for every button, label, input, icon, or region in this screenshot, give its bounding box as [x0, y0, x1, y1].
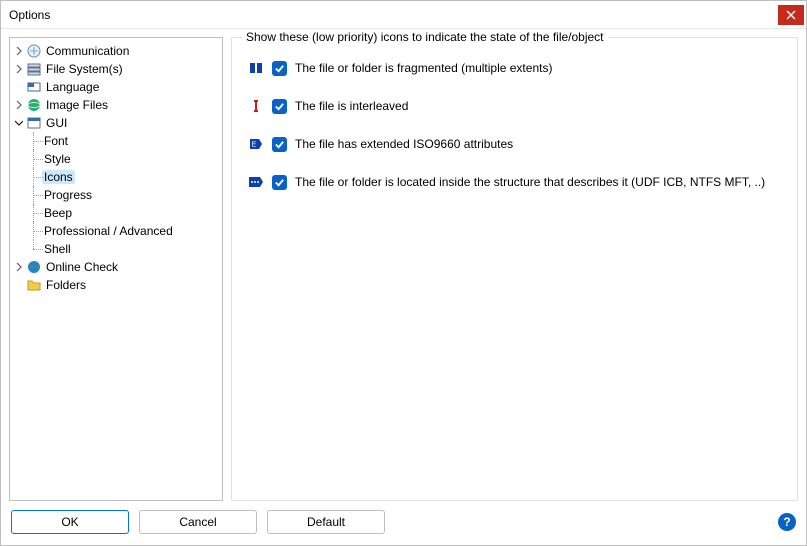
- image-files-icon: [26, 97, 42, 113]
- option-label: The file or folder is located inside the…: [295, 175, 765, 189]
- tree-item-pro-advanced[interactable]: Professional / Advanced: [12, 222, 220, 240]
- category-tree[interactable]: Communication File System(s) Language: [9, 37, 223, 501]
- option-iso9660: E The file has extended ISO9660 attribut…: [248, 136, 785, 152]
- help-icon: ?: [783, 515, 790, 529]
- option-label: The file is interleaved: [295, 99, 408, 113]
- inside-structure-icon: [248, 174, 264, 190]
- checkbox-fragmented[interactable]: [272, 61, 287, 76]
- tree-label: Folders: [44, 278, 88, 292]
- tree-label: GUI: [44, 116, 69, 130]
- tree-label: File System(s): [44, 62, 125, 76]
- options-window: Options Communication: [0, 0, 807, 546]
- option-inside-structure: The file or folder is located inside the…: [248, 174, 785, 190]
- button-label: Cancel: [179, 515, 216, 529]
- tree-item-font[interactable]: Font: [12, 132, 220, 150]
- interleaved-icon: [248, 98, 264, 114]
- default-button[interactable]: Default: [267, 510, 385, 534]
- tree-item-icons[interactable]: Icons: [12, 168, 220, 186]
- expander-spacer: [12, 78, 26, 96]
- tree-item-beep[interactable]: Beep: [12, 204, 220, 222]
- tree-item-image-files[interactable]: Image Files: [12, 96, 220, 114]
- tree-item-communication[interactable]: Communication: [12, 42, 220, 60]
- chevron-right-icon[interactable]: [12, 42, 26, 60]
- close-button[interactable]: [778, 5, 804, 25]
- tree-item-online-check[interactable]: Online Check: [12, 258, 220, 276]
- expander-spacer: [12, 276, 26, 294]
- tree-label: Online Check: [44, 260, 120, 274]
- group-title: Show these (low priority) icons to indic…: [242, 30, 608, 44]
- tree-label: Font: [42, 134, 70, 148]
- tree-label: Professional / Advanced: [42, 224, 175, 238]
- tree-item-style[interactable]: Style: [12, 150, 220, 168]
- settings-group: Show these (low priority) icons to indic…: [231, 37, 798, 501]
- dialog-body: Communication File System(s) Language: [1, 29, 806, 505]
- close-icon: [786, 10, 796, 20]
- tree-label: Image Files: [44, 98, 110, 112]
- chevron-right-icon[interactable]: [12, 96, 26, 114]
- button-label: OK: [61, 515, 78, 529]
- checkbox-interleaved[interactable]: [272, 99, 287, 114]
- tree-label: Icons: [42, 170, 75, 184]
- folders-icon: [26, 277, 42, 293]
- tree-item-progress[interactable]: Progress: [12, 186, 220, 204]
- language-icon: [26, 79, 42, 95]
- communication-icon: [26, 43, 42, 59]
- tree-label: Shell: [42, 242, 73, 256]
- tree-label: Beep: [42, 206, 74, 220]
- chevron-right-icon[interactable]: [12, 258, 26, 276]
- svg-text:E: E: [252, 142, 257, 149]
- tree-item-shell[interactable]: Shell: [12, 240, 220, 258]
- tree-item-language[interactable]: Language: [12, 78, 220, 96]
- button-label: Default: [307, 515, 345, 529]
- option-label: The file has extended ISO9660 attributes: [295, 137, 513, 151]
- checkbox-iso9660[interactable]: [272, 137, 287, 152]
- online-check-icon: [26, 259, 42, 275]
- tree-item-folders[interactable]: Folders: [12, 276, 220, 294]
- iso9660-icon: E: [248, 136, 264, 152]
- file-systems-icon: [26, 61, 42, 77]
- tree-label: Style: [42, 152, 73, 166]
- tree-label: Language: [44, 80, 101, 94]
- tree-label: Communication: [44, 44, 131, 58]
- tree-item-file-systems[interactable]: File System(s): [12, 60, 220, 78]
- gui-icon: [26, 115, 42, 131]
- titlebar: Options: [1, 1, 806, 29]
- cancel-button[interactable]: Cancel: [139, 510, 257, 534]
- ok-button[interactable]: OK: [11, 510, 129, 534]
- help-button[interactable]: ?: [778, 513, 796, 531]
- checkbox-inside-structure[interactable]: [272, 175, 287, 190]
- fragmented-icon: [248, 60, 264, 76]
- option-label: The file or folder is fragmented (multip…: [295, 61, 552, 75]
- window-title: Options: [9, 8, 50, 22]
- dialog-footer: OK Cancel Default ?: [1, 505, 806, 545]
- option-interleaved: The file is interleaved: [248, 98, 785, 114]
- chevron-right-icon[interactable]: [12, 60, 26, 78]
- tree-item-gui[interactable]: GUI: [12, 114, 220, 132]
- option-fragmented: The file or folder is fragmented (multip…: [248, 60, 785, 76]
- chevron-down-icon[interactable]: [12, 114, 26, 132]
- tree-label: Progress: [42, 188, 94, 202]
